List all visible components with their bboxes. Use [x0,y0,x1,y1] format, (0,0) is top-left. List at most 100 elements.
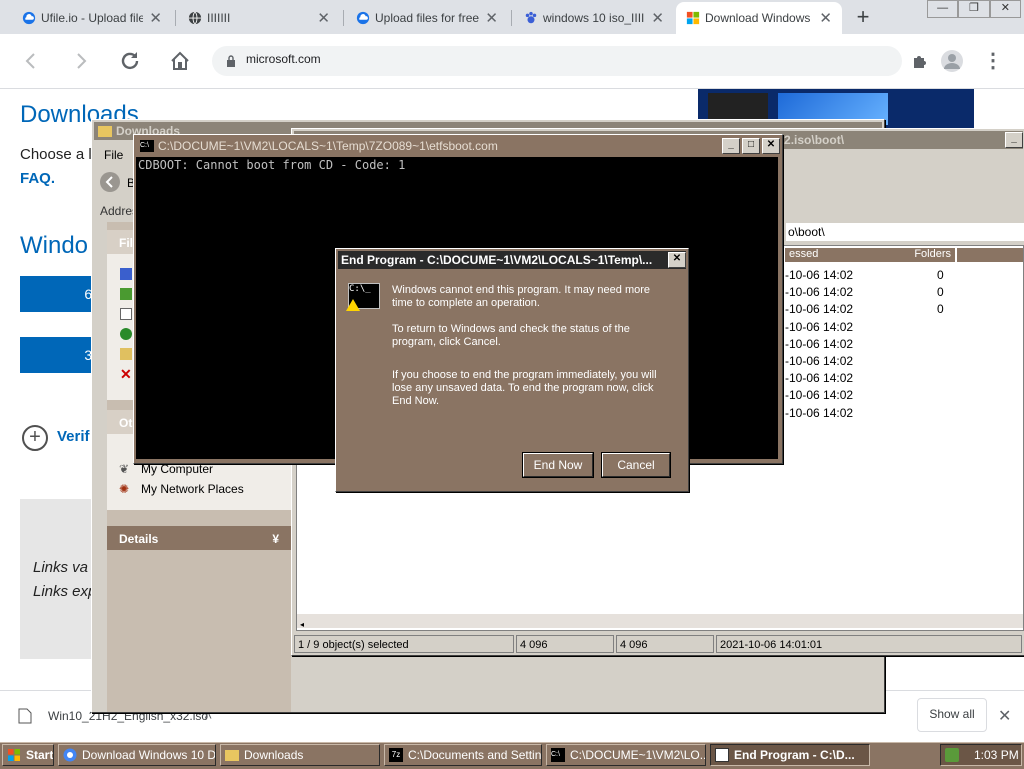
plus-circle-icon[interactable]: + [22,425,48,451]
paw-icon [525,11,537,24]
tab-globe[interactable]: IIIIIII ✕ [178,2,340,34]
tab-upload[interactable]: Upload files for free - ✕ [346,2,508,34]
close-icon[interactable]: ✕ [651,9,664,27]
row-date: -10-06 14:02 [785,336,854,351]
taskbar-item-label: End Program - C:\D... [734,748,855,762]
file-row[interactable]: -10-06 14:02 [785,320,985,336]
end-now-button[interactable]: End Now [523,453,593,477]
tab-ufile[interactable]: Ufile.io - Upload files f ✕ [12,2,172,34]
globe-icon [120,328,132,340]
tab-windows-iso[interactable]: windows 10 iso_IIII ✕ [514,2,674,34]
my-computer-link[interactable]: ❦ My Computer [119,462,213,476]
close-shelf-icon[interactable]: ✕ [998,706,1011,726]
status-packed: 4 096 [616,635,714,653]
forward-button[interactable] [66,46,96,76]
close-icon[interactable]: ✕ [819,9,832,27]
file-task-icons: ✕ [120,268,132,381]
file-row[interactable]: -10-06 14:02 [785,337,985,353]
window-controls: — ❐ ✕ [927,0,1021,18]
file-row[interactable]: -10-06 14:02 [785,371,985,387]
links-expire-text: Links exp [33,583,97,600]
boot-address-field[interactable]: o\boot\ [786,223,1024,241]
extensions-button[interactable] [905,46,935,76]
faq-link[interactable]: FAQ. [20,170,55,187]
taskbar-item-end-program[interactable]: End Program - C:\D... [710,744,870,766]
seven-zip-icon: 7z [389,748,403,762]
file-row[interactable]: -10-06 14:02 0 [785,302,985,318]
status-size: 4 096 [516,635,614,653]
file-row[interactable]: -10-06 14:02 [785,354,985,370]
row-date: -10-06 14:02 [785,354,854,368]
home-button[interactable] [165,46,195,76]
taskbar-item-7zip[interactable]: 7z C:\Documents and Settin... [384,744,542,766]
col-extra[interactable] [957,248,1023,262]
download-32bit-button[interactable]: 32 [20,337,100,373]
taskbar-item-label: Download Windows 10 Di... [82,748,216,762]
details-header[interactable]: Details ¥ [107,526,291,550]
restore-button[interactable]: ❐ [958,0,990,18]
profile-button[interactable] [937,46,967,76]
status-date: 2021-10-06 14:01:01 [716,635,1022,653]
tab-title: Upload files for free - [375,11,480,25]
lock-icon [227,55,235,67]
row-date: -10-06 14:02 [785,388,854,403]
my-network-label: My Network Places [141,482,244,496]
horizontal-scrollbar[interactable]: ◂ [297,614,1023,629]
close-button[interactable]: ✕ [762,138,780,154]
windows-heading: Windo [20,232,89,259]
close-window-button[interactable]: ✕ [989,0,1021,18]
close-button[interactable]: ✕ [668,252,686,268]
col-folders[interactable]: Folders [859,248,955,262]
chrome-icon [63,748,77,762]
close-icon[interactable]: ✕ [485,9,498,27]
cancel-button[interactable]: Cancel [602,453,670,477]
my-computer-label: My Computer [141,462,214,476]
maximize-button[interactable]: □ [742,138,760,154]
close-icon[interactable]: ✕ [149,9,162,27]
minimize-button[interactable]: _ [722,138,740,154]
home-icon [171,51,189,70]
reload-button[interactable] [115,46,145,76]
menu-file[interactable]: File [96,144,136,164]
windows-flag-icon [8,749,20,761]
file-row[interactable]: -10-06 14:02 0 [785,285,985,301]
start-button[interactable]: Start [2,744,54,766]
verify-link[interactable]: Verif [57,428,90,445]
details-label: Details [119,532,159,546]
url-text: microsoft.com [246,52,321,66]
taskbar-item-cmd[interactable]: C:\ C:\DOCUME~1\VM2\LO... [546,744,706,766]
taskbar-item-chrome[interactable]: Download Windows 10 Di... [58,744,216,766]
info-box [20,499,100,659]
network-tray-icon[interactable] [945,748,959,762]
tab-title: IIIIIII [207,11,231,25]
show-all-button[interactable]: Show all [917,698,987,732]
cmd-title: C:\DOCUME~1\VM2\LOCALS~1\Temp\7ZO089~1\e… [158,139,498,153]
menu-button[interactable]: ⋮ [978,46,1008,76]
taskbar-item-downloads[interactable]: Downloads [220,744,380,766]
system-tray: 1:03 PM [940,744,1022,766]
tab-title: Ufile.io - Upload files f [41,11,144,25]
minimize-button[interactable]: _ [1005,132,1023,148]
back-arrow-icon [100,172,120,192]
row-date: -10-06 14:02 [785,405,854,420]
my-network-link[interactable]: ✺ My Network Places [119,482,244,496]
network-icon: ✺ [119,482,130,496]
tab-download-windows[interactable]: Download Windows ✕ [676,2,842,34]
scroll-left-icon[interactable]: ◂ [300,620,304,629]
file-row[interactable]: -10-06 14:02 0 [785,268,985,284]
minimize-button[interactable]: — [927,0,959,18]
back-button[interactable] [16,46,46,76]
dialog-titlebar[interactable]: End Program - C:\DOCUME~1\VM2\LOCALS~1\T… [338,251,686,269]
row-date: -10-06 14:02 [785,285,854,300]
col-accessed[interactable]: essed [785,248,861,262]
address-bar[interactable]: microsoft.com [212,46,902,76]
close-icon[interactable]: ✕ [317,9,330,27]
row-folders: 0 [937,268,944,282]
file-row[interactable]: -10-06 14:02 [785,388,985,404]
clock: 1:03 PM [974,748,1019,762]
taskbar-item-label: Downloads [244,748,304,762]
cmd-titlebar[interactable]: C:\ C:\DOCUME~1\VM2\LOCALS~1\Temp\7ZO089… [136,137,780,155]
download-64bit-button[interactable]: 64 [20,276,100,312]
new-tab-button[interactable]: + [852,4,874,30]
file-row[interactable]: -10-06 14:02 [785,406,985,422]
